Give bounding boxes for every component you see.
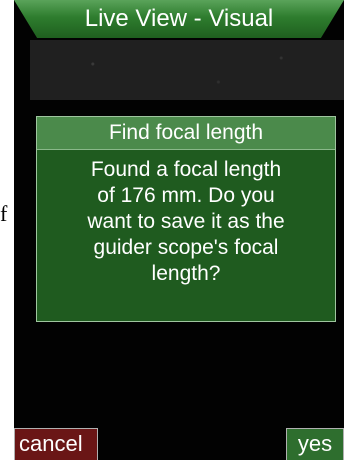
device-frame: f Live View - Visual Find focal length F…	[0, 0, 344, 460]
device-screen: Live View - Visual Find focal length Fou…	[14, 0, 344, 460]
dialog-header: Find focal length	[37, 117, 335, 150]
edge-text-fragment: f	[0, 201, 8, 226]
dialog-title: Find focal length	[108, 121, 264, 144]
focal-length-dialog: Find focal length Found a focal length o…	[36, 116, 336, 322]
live-view-image	[30, 40, 344, 100]
dialog-message: Found a focal length of 176 mm. Do you w…	[87, 158, 285, 285]
yes-button[interactable]: yes	[286, 428, 344, 460]
window-title: Live View - Visual	[84, 5, 274, 32]
cancel-button[interactable]: cancel	[14, 428, 98, 460]
